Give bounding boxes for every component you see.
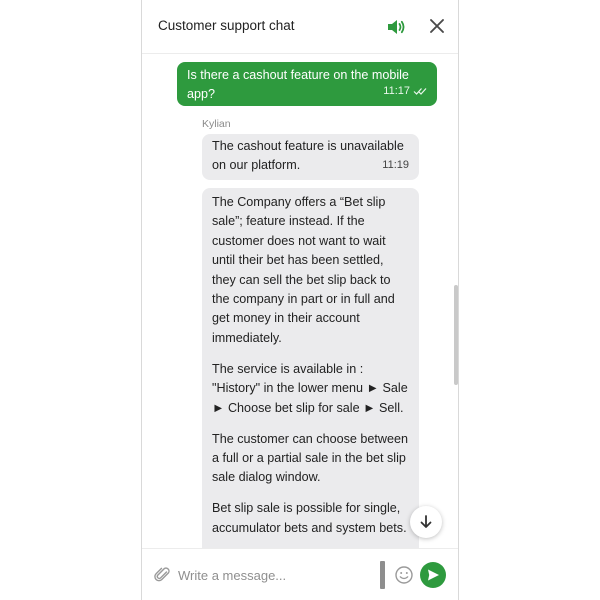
paperclip-icon: [154, 567, 170, 582]
message-paragraph: Bet slip sale is possible for single, ac…: [212, 501, 407, 535]
outgoing-message: Is there a cashout feature on the mobile…: [177, 62, 437, 106]
chat-window: Customer support chat Is there a cashout…: [141, 0, 459, 600]
emoji-button[interactable]: [394, 565, 414, 585]
scroll-to-bottom-button[interactable]: [410, 506, 442, 538]
outgoing-message-text: Is there a cashout feature on the mobile…: [187, 68, 409, 102]
send-button[interactable]: [420, 562, 446, 588]
text-cursor: [380, 561, 385, 589]
speaker-volume-icon: [388, 20, 405, 34]
incoming-message: The Company offers a “Bet slip sale”; fe…: [202, 188, 419, 548]
message-list[interactable]: Is there a cashout feature on the mobile…: [142, 54, 458, 548]
double-check-icon: [413, 88, 427, 96]
message-paragraph: The customer can choose between a full o…: [212, 431, 409, 485]
close-icon: [430, 19, 444, 33]
incoming-message-text: The cashout feature is unavailable on ou…: [212, 139, 404, 173]
chat-title: Customer support chat: [158, 18, 295, 33]
outgoing-message-meta: 11:17: [383, 82, 427, 101]
arrow-down-icon: [420, 515, 432, 528]
message-paragraph: The Company offers a “Bet slip sale”; fe…: [212, 195, 395, 345]
attach-button[interactable]: [154, 566, 172, 584]
message-paragraph: The service is available in : "History" …: [212, 361, 408, 415]
close-button[interactable]: [428, 17, 446, 35]
chat-header: Customer support chat: [142, 0, 458, 54]
outgoing-message-time: 11:17: [383, 84, 410, 97]
send-arrow-icon: [428, 569, 439, 581]
incoming-message-time: 11:19: [382, 158, 409, 171]
sound-toggle-button[interactable]: [385, 16, 407, 38]
message-input[interactable]: [178, 563, 374, 587]
sender-name: Kylian: [202, 118, 231, 130]
scrollbar-thumb[interactable]: [454, 285, 458, 385]
smiley-icon: [395, 566, 413, 584]
message-composer: [142, 548, 458, 600]
incoming-message: The cashout feature is unavailable on ou…: [202, 134, 419, 180]
